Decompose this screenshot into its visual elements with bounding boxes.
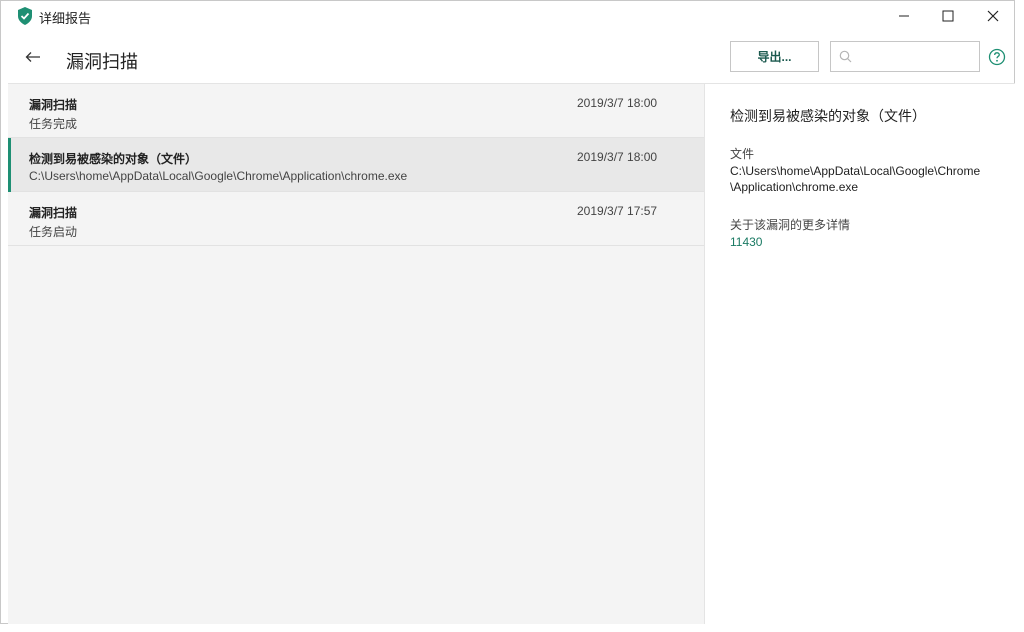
shield-icon: [17, 7, 33, 25]
search-icon: [839, 50, 852, 63]
item-title: 漏洞扫描: [29, 98, 78, 112]
item-subtitle: C:\Users\home\AppData\Local\Google\Chrom…: [29, 169, 408, 183]
detail-panel: 检测到易被感染的对象（文件） 文件 C:\Users\home\AppData\…: [704, 83, 1015, 624]
item-time: 2019/3/7 17:57: [577, 204, 658, 218]
report-window: 详细报告 漏洞扫描 导出... 漏洞扫描 任务完成 2019/3/7 18:00…: [0, 0, 1015, 624]
list-item-selected[interactable]: 检测到易被感染的对象（文件） C:\Users\home\AppData\Loc…: [8, 138, 704, 192]
detail-title: 检测到易被感染的对象（文件）: [730, 108, 926, 124]
vulnerability-id-link[interactable]: 11430: [730, 235, 762, 249]
item-title: 漏洞扫描: [29, 206, 78, 220]
back-arrow-icon: [25, 52, 40, 62]
file-path: C:\Users\home\AppData\Local\Google\Chrom…: [730, 163, 990, 195]
more-details-label: 关于该漏洞的更多详情: [730, 218, 851, 232]
item-title: 检测到易被感染的对象（文件）: [29, 152, 198, 166]
maximize-icon: [942, 10, 954, 22]
file-label: 文件: [730, 147, 755, 161]
selection-indicator: [8, 138, 11, 192]
close-icon: [987, 10, 999, 22]
search-input[interactable]: [830, 41, 980, 72]
page-header: 漏洞扫描 导出...: [1, 31, 1014, 83]
close-button[interactable]: [970, 1, 1016, 31]
window-title: 详细报告: [39, 11, 92, 26]
file-path-line: C:\Users\home\AppData\Local\Google\Chrom…: [730, 164, 981, 178]
event-list: 漏洞扫描 任务完成 2019/3/7 18:00 检测到易被感染的对象（文件） …: [8, 83, 704, 624]
minimize-icon: [899, 15, 909, 17]
minimize-button[interactable]: [881, 1, 927, 31]
page-title: 漏洞扫描: [66, 52, 138, 72]
maximize-button[interactable]: [925, 1, 971, 31]
list-item[interactable]: 漏洞扫描 任务完成 2019/3/7 18:00: [8, 84, 704, 138]
help-icon[interactable]: [988, 48, 1006, 66]
item-subtitle: 任务启动: [29, 225, 78, 239]
item-time: 2019/3/7 18:00: [577, 96, 658, 110]
back-button[interactable]: [21, 45, 45, 69]
file-path-line: \Application\chrome.exe: [730, 180, 859, 194]
title-bar: 详细报告: [1, 1, 1014, 31]
list-item[interactable]: 漏洞扫描 任务启动 2019/3/7 17:57: [8, 192, 704, 246]
item-subtitle: 任务完成: [29, 117, 78, 131]
item-time: 2019/3/7 18:00: [577, 150, 658, 164]
export-button[interactable]: 导出...: [730, 41, 819, 72]
